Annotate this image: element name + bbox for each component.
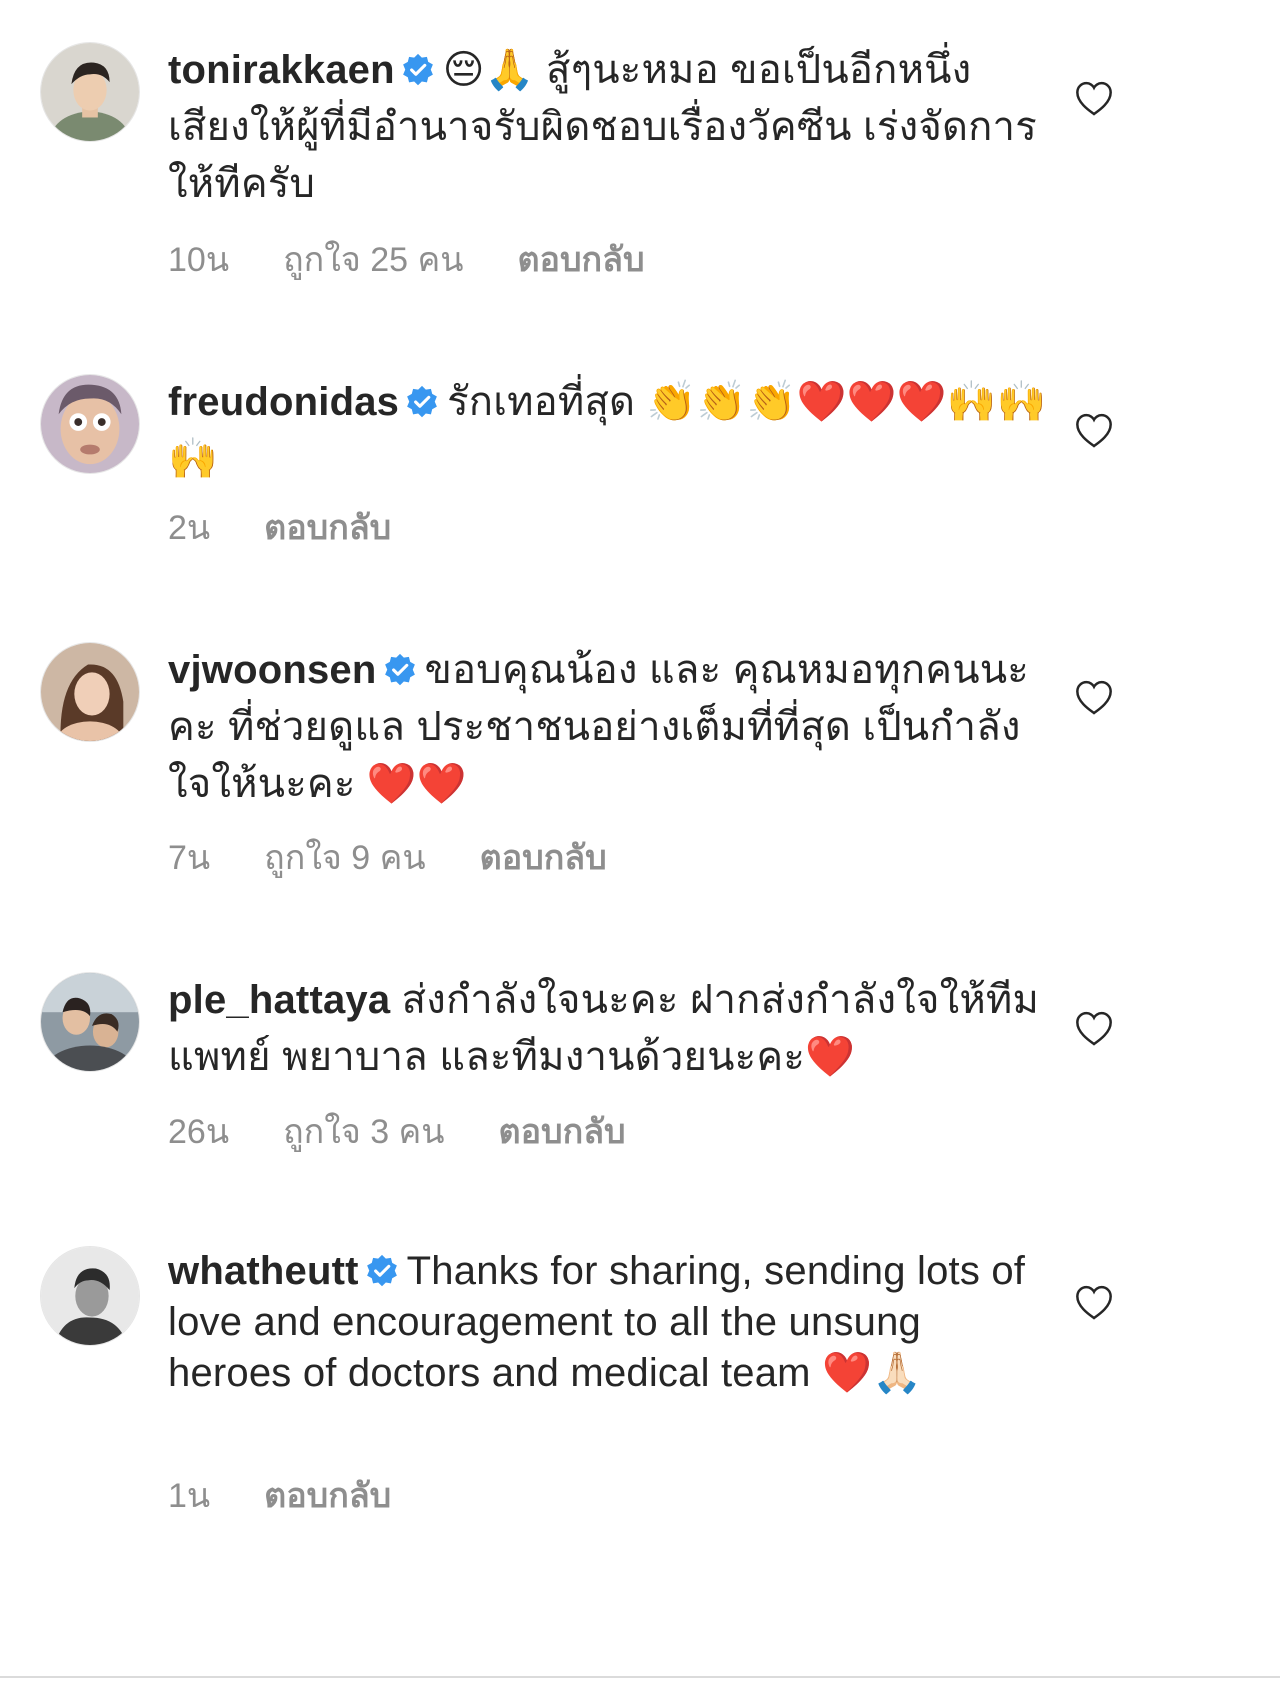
username[interactable]: whatheutt: [168, 1249, 359, 1293]
like-button[interactable]: [1074, 79, 1114, 119]
comment-body: ple_hattaya ส่งกำลังใจนะคะ ฝากส่งกำลังใจ…: [168, 972, 1048, 1086]
avatar-photo-icon: [41, 375, 139, 473]
timestamp[interactable]: 10น: [168, 240, 229, 280]
avatar-photo-icon: [41, 1247, 139, 1345]
avatar[interactable]: [40, 642, 140, 742]
like-button[interactable]: [1074, 1009, 1114, 1049]
comment-body: whatheutt Thanks for sharing, sending lot…: [168, 1246, 1048, 1399]
avatar-photo-icon: [41, 973, 139, 1071]
comment-body: tonirakkaen 😔🙏 สู้ๆนะหมอ ขอเป็นอีกหนึ่งเส…: [168, 42, 1048, 213]
likes-count[interactable]: ถูกใจ 3 คน: [283, 1112, 444, 1152]
avatar[interactable]: [40, 42, 140, 142]
reply-button[interactable]: ตอบกลับ: [517, 240, 644, 280]
comment-meta: 26น ถูกใจ 3 คน ตอบกลับ: [168, 1112, 626, 1152]
verified-badge-icon: [383, 653, 417, 687]
username[interactable]: ple_hattaya: [168, 978, 390, 1022]
avatar[interactable]: [40, 1246, 140, 1346]
likes-count[interactable]: ถูกใจ 25 คน: [283, 240, 463, 280]
timestamp[interactable]: 1น: [168, 1476, 210, 1516]
likes-count[interactable]: ถูกใจ 9 คน: [264, 838, 425, 878]
divider: [0, 1676, 1280, 1678]
heart-outline-icon: [1076, 1285, 1112, 1320]
comment-meta: 7น ถูกใจ 9 คน ตอบกลับ: [168, 838, 607, 878]
timestamp[interactable]: 2น: [168, 508, 210, 548]
comment-body: freudonidas รักเทอที่สุด 👏👏👏❤️❤️❤️🙌🙌🙌: [168, 374, 1048, 488]
comment-meta: 1น ตอบกลับ: [168, 1476, 391, 1516]
reply-button[interactable]: ตอบกลับ: [499, 1112, 626, 1152]
comment-body: vjwoonsen ขอบคุณน้อง และ คุณหมอทุกคนนะคะ …: [168, 642, 1048, 813]
verified-badge-icon: [365, 1254, 399, 1288]
reply-button[interactable]: ตอบกลับ: [264, 1476, 391, 1516]
timestamp[interactable]: 7น: [168, 838, 210, 878]
heart-outline-icon: [1076, 81, 1112, 116]
heart-outline-icon: [1076, 1011, 1112, 1046]
reply-button[interactable]: ตอบกลับ: [480, 838, 607, 878]
heart-outline-icon: [1076, 680, 1112, 715]
avatar-photo-icon: [41, 43, 139, 141]
verified-badge-icon: [401, 53, 435, 87]
like-button[interactable]: [1074, 678, 1114, 718]
avatar-photo-icon: [41, 643, 139, 741]
reply-button[interactable]: ตอบกลับ: [264, 508, 391, 548]
comment-meta: 10น ถูกใจ 25 คน ตอบกลับ: [168, 240, 645, 280]
heart-outline-icon: [1076, 413, 1112, 448]
timestamp[interactable]: 26น: [168, 1112, 229, 1152]
avatar[interactable]: [40, 972, 140, 1072]
verified-badge-icon: [405, 385, 439, 419]
username[interactable]: vjwoonsen: [168, 648, 377, 692]
username[interactable]: freudonidas: [168, 380, 399, 424]
like-button[interactable]: [1074, 1283, 1114, 1323]
avatar[interactable]: [40, 374, 140, 474]
username[interactable]: tonirakkaen: [168, 48, 395, 92]
comment-meta: 2น ตอบกลับ: [168, 508, 391, 548]
like-button[interactable]: [1074, 411, 1114, 451]
